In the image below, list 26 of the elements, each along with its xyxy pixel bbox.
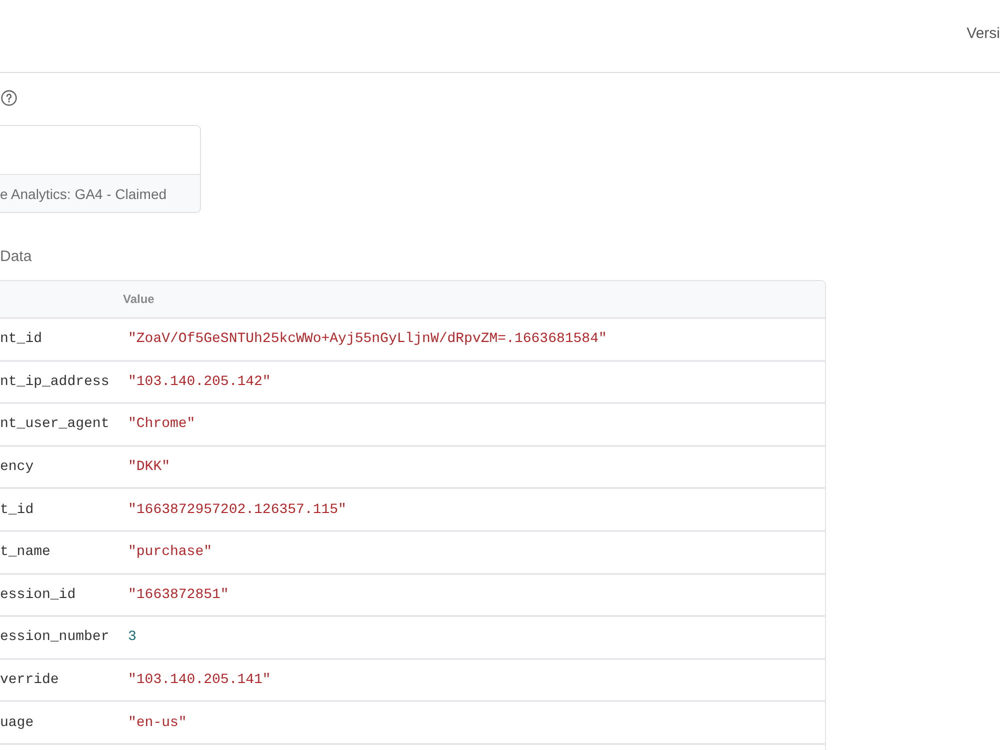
section-title: Data [0, 247, 32, 267]
tag-card[interactable]: e Analytics: GA4 - Claimed [0, 125, 201, 213]
table-cell: "DKK" [128, 459, 170, 476]
table-cell: "Chrome" [128, 416, 196, 432]
version-label: Versi [966, 24, 1000, 42]
table-cell: "purchase" [128, 544, 212, 560]
table-cell-text: nt_user_agent [0, 416, 110, 432]
tag-name-label: e Analytics: GA4 - Claimed [0, 186, 167, 202]
table-cell-text: nt_id [0, 331, 44, 348]
table-cell: "1663872851" [128, 586, 229, 603]
table-cell-text: ession_id [0, 586, 77, 603]
table-cell: "1663872957202.126357.115" [128, 502, 346, 518]
table-cell: "103.140.205.142" [128, 374, 271, 390]
table-cell-text: uage [0, 714, 35, 731]
table-cell-text: t_name [0, 544, 52, 560]
table-cell: "en-us" [128, 714, 187, 731]
table-cell: 3 [128, 629, 136, 646]
table-cell-text: verride [0, 672, 60, 688]
table-cell-text: t_id [0, 502, 35, 518]
table-cell-text: ession_number [0, 629, 110, 646]
table-cell: "103.140.205.141" [128, 672, 271, 688]
table-cell: "ZoaV/Of5GeSNTUh25kcWWo+Ayj55nGyLljnW/dRpvZM=.1663681584" [128, 331, 607, 348]
table-cell-text: ency [0, 459, 35, 476]
help-icon[interactable] [1, 90, 17, 106]
table-cell-text: nt_ip_address [0, 374, 110, 390]
column-header: Value [123, 292, 154, 306]
